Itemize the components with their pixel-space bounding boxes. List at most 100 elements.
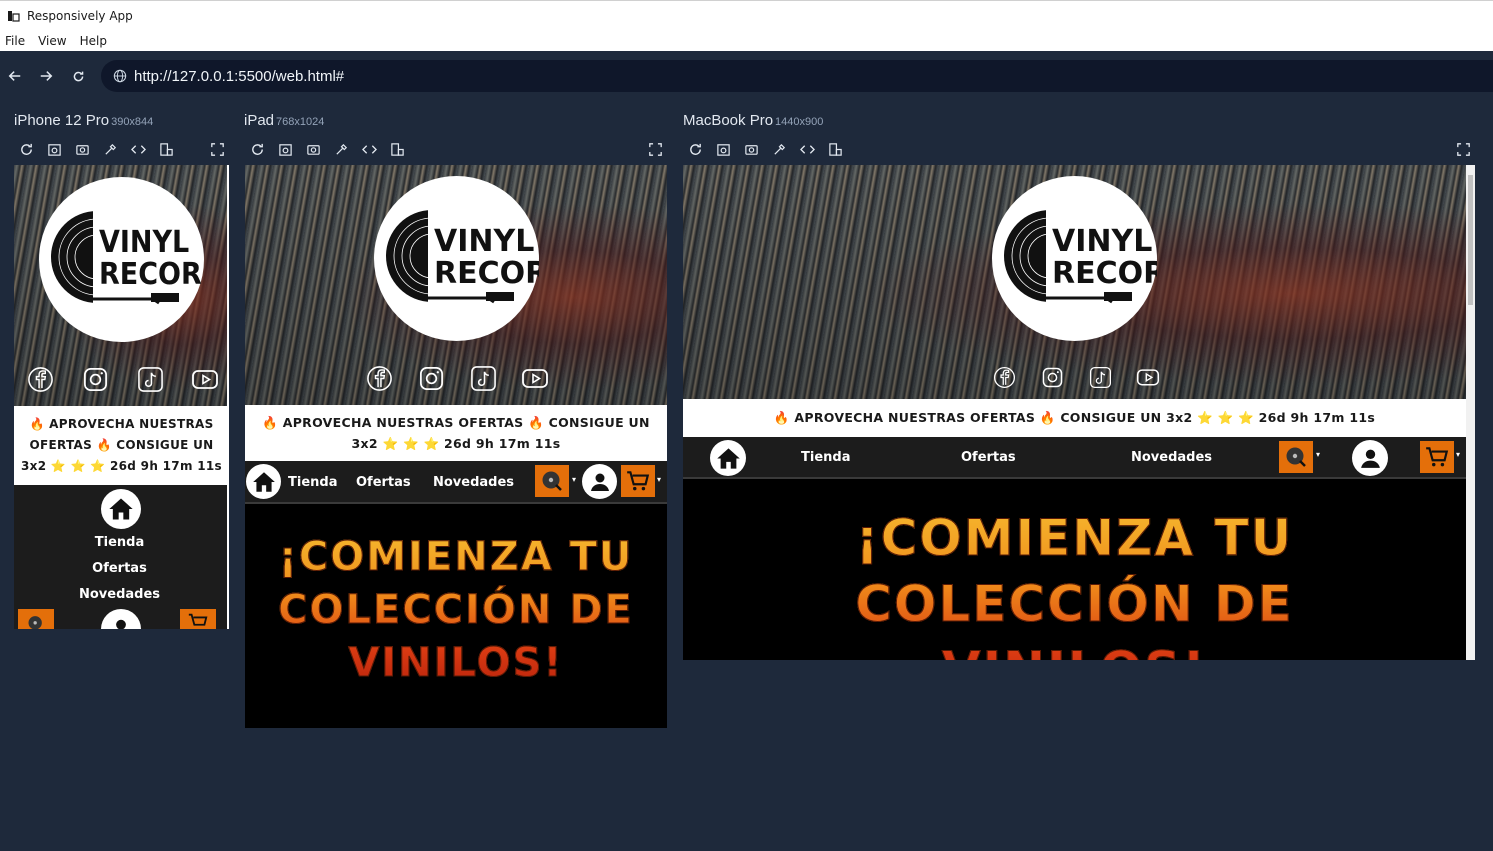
nav-tienda[interactable]: Tienda	[14, 535, 225, 550]
device-label-macbook: MacBook Pro 1440x900	[683, 112, 823, 129]
reload-icon[interactable]	[69, 67, 87, 85]
refresh-icon[interactable]	[243, 140, 271, 158]
camera-icon[interactable]	[299, 140, 327, 158]
youtube-icon[interactable]	[191, 365, 219, 393]
expand-icon[interactable]	[647, 141, 663, 157]
record-search-button[interactable]	[18, 609, 54, 629]
expand-icon[interactable]	[1455, 141, 1471, 157]
record-search-icon	[1286, 447, 1306, 467]
device-name: iPhone 12 Pro	[14, 112, 110, 129]
social-links	[992, 365, 1160, 389]
record-search-button[interactable]	[535, 465, 569, 497]
record-search-icon	[542, 471, 562, 491]
refresh-icon[interactable]	[681, 140, 709, 158]
eyedropper-icon[interactable]	[96, 140, 124, 158]
scrollbar[interactable]	[1466, 165, 1475, 660]
caret-down-icon: ▾	[1456, 450, 1461, 459]
nav-novedades[interactable]: Novedades	[1131, 450, 1212, 465]
menu-help[interactable]: Help	[80, 34, 107, 48]
viewport-macbook[interactable]: VINYL RECORD 🔥 APROVECHA NUESTRAS OFERTA…	[683, 165, 1475, 660]
promo-line-2: OFERTAS 🔥 CONSIGUE UN	[29, 438, 214, 452]
camera-icon[interactable]	[737, 140, 765, 158]
headline-line-3: VINILOS!	[683, 637, 1466, 661]
facebook-icon[interactable]	[992, 365, 1016, 389]
eyedropper-icon[interactable]	[765, 140, 793, 158]
home-button[interactable]	[246, 464, 281, 499]
user-icon	[1360, 449, 1380, 468]
cart-button[interactable]	[180, 609, 216, 629]
vinyl-record-logo[interactable]: VINYL RECORD	[992, 176, 1157, 341]
code-icon[interactable]	[793, 140, 821, 158]
device-label-ipad: iPad 768x1024	[244, 112, 324, 129]
svg-text:RECORD: RECORD	[434, 256, 539, 291]
vinyl-logo-icon: VINYL RECORD	[51, 211, 204, 307]
url-field[interactable]: http://127.0.0.1:5500/web.html#	[101, 60, 1493, 92]
tiktok-icon[interactable]	[136, 365, 164, 393]
viewport-ipad[interactable]: VINYL RECORD 🔥 APROVECHA NUESTRAS OFERTA…	[245, 165, 667, 728]
promo-text: 🔥 APROVECHA NUESTRAS OFERTAS 🔥 CONSIGUE …	[773, 410, 1376, 425]
record-search-button[interactable]	[1279, 441, 1313, 473]
nav-novedades[interactable]: Novedades	[14, 587, 225, 602]
headline-line-2: COLECCIÓN DE	[855, 575, 1294, 634]
vinyl-record-logo[interactable]: VINYL RECORD	[374, 176, 539, 341]
user-button[interactable]	[1352, 440, 1388, 476]
youtube-icon[interactable]	[1136, 365, 1160, 389]
social-links	[365, 364, 549, 392]
refresh-icon[interactable]	[12, 140, 40, 158]
instagram-icon[interactable]	[1040, 365, 1064, 389]
promo-line-3: 3x2 ⭐ ⭐ ⭐ 26d 9h 17m 11s	[21, 459, 222, 473]
cart-button[interactable]	[1420, 441, 1454, 473]
tiktok-icon[interactable]	[1088, 365, 1112, 389]
cart-button[interactable]	[621, 465, 655, 497]
tiktok-icon[interactable]	[469, 364, 497, 392]
facebook-icon[interactable]	[365, 364, 393, 392]
vinyl-record-logo[interactable]: VINYL RECORD	[39, 177, 204, 342]
menu-file[interactable]: File	[5, 34, 25, 48]
home-button[interactable]	[101, 489, 141, 529]
url-text[interactable]: http://127.0.0.1:5500/web.html#	[134, 68, 344, 85]
menu-view[interactable]: View	[38, 34, 66, 48]
promo-line-2: 3x2 ⭐ ⭐ ⭐ 26d 9h 17m 11s	[351, 436, 561, 451]
device-toolbar-ipad	[243, 140, 411, 158]
instagram-icon[interactable]	[81, 365, 109, 393]
device-toolbar-macbook	[681, 140, 849, 158]
forward-arrow-icon[interactable]	[37, 67, 55, 85]
device-resolution: 1440x900	[775, 116, 824, 128]
caret-down-icon: ▾	[1316, 450, 1321, 459]
window-title: Responsively App	[27, 9, 133, 23]
nav-novedades[interactable]: Novedades	[433, 475, 514, 490]
back-arrow-icon[interactable]	[6, 67, 24, 85]
cart-icon	[627, 471, 650, 491]
scrollbar-thumb[interactable]	[1468, 175, 1473, 305]
title-bar: Responsively App	[0, 0, 1493, 31]
instagram-icon[interactable]	[417, 364, 445, 392]
nav-ofertas[interactable]: Ofertas	[14, 561, 225, 576]
screenshot-full-icon[interactable]	[709, 140, 737, 158]
code-icon[interactable]	[124, 140, 152, 158]
nav-tienda[interactable]: Tienda	[801, 450, 850, 465]
screenshot-full-icon[interactable]	[40, 140, 68, 158]
rotate-device-icon[interactable]	[821, 140, 849, 158]
user-button[interactable]	[101, 609, 141, 629]
svg-text:RECORD: RECORD	[99, 257, 204, 292]
menu-bar: File View Help	[0, 31, 1493, 51]
expand-icon[interactable]	[209, 141, 225, 157]
user-button[interactable]	[582, 464, 617, 499]
screenshot-full-icon[interactable]	[271, 140, 299, 158]
camera-icon[interactable]	[68, 140, 96, 158]
home-button[interactable]	[710, 440, 746, 476]
social-links	[26, 365, 219, 393]
device-resolution: 390x844	[111, 116, 154, 128]
eyedropper-icon[interactable]	[327, 140, 355, 158]
home-icon	[716, 447, 740, 469]
nav-tienda[interactable]: Tienda	[288, 475, 337, 490]
rotate-device-icon[interactable]	[152, 140, 180, 158]
facebook-icon[interactable]	[26, 365, 54, 393]
nav-ofertas[interactable]: Ofertas	[356, 475, 411, 490]
viewport-iphone[interactable]: VINYL RECORD 🔥 APROVECHA NUESTRAS OFERTA…	[14, 165, 229, 629]
user-icon	[590, 473, 609, 491]
code-icon[interactable]	[355, 140, 383, 158]
nav-ofertas[interactable]: Ofertas	[961, 450, 1016, 465]
rotate-device-icon[interactable]	[383, 140, 411, 158]
youtube-icon[interactable]	[521, 364, 549, 392]
